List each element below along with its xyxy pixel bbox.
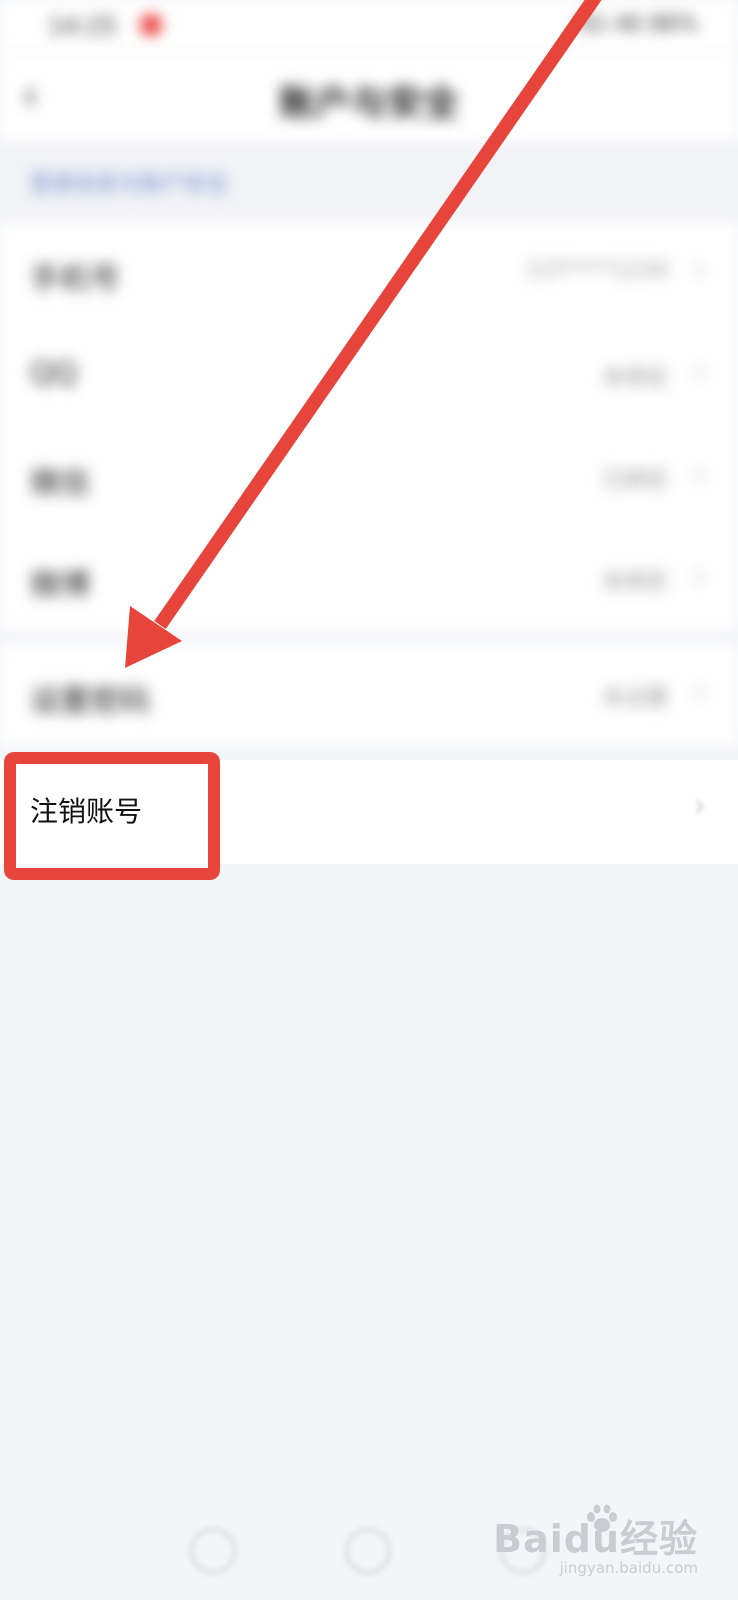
row-value: 未绑定 (601, 570, 668, 595)
page-title: 账户与安全 (278, 83, 459, 124)
list-item-phone[interactable]: 手机号 137****1234 › (0, 222, 738, 324)
list-item-wechat[interactable]: 微信 已绑定 › (0, 426, 738, 528)
discover-icon[interactable] (345, 1528, 391, 1574)
status-indicators: 5G 46 86% (576, 12, 698, 37)
list-item-qq[interactable]: QQ 未绑定 › (0, 324, 738, 426)
row-label: QQ (30, 356, 78, 391)
chevron-right-icon: › (693, 556, 706, 594)
nav-bar: ‹ 账户与安全 (0, 52, 738, 144)
row-label: 微博 (30, 568, 90, 603)
section-header: 登录信息与账户安全 (0, 144, 738, 222)
chevron-right-icon: › (693, 786, 706, 824)
password-group: 设置密码 未设置 › (0, 644, 738, 746)
cancel-account-label: 注销账号 (30, 795, 143, 828)
list-item-cancel-account[interactable]: 注销账号 › (0, 760, 738, 864)
notification-dot-icon (140, 14, 162, 36)
row-label: 微信 (30, 466, 90, 501)
watermark-brand: Baidu经验 (493, 1517, 698, 1561)
row-value: 已绑定 (601, 468, 668, 493)
list-item-weibo[interactable]: 微博 未绑定 › (0, 528, 738, 630)
row-value: 未设置 (601, 686, 668, 711)
row-value: 137****1234 (526, 258, 668, 283)
status-bar: 14:25 5G 46 86% (0, 0, 738, 52)
chevron-right-icon: › (693, 672, 706, 710)
binding-group: 手机号 137****1234 › QQ 未绑定 › 微信 已绑定 › 微博 未… (0, 222, 738, 630)
account-security-screen: 14:25 5G 46 86% ‹ 账户与安全 登录信息与账户安全 手机号 13… (0, 0, 738, 1600)
chevron-right-icon: › (693, 454, 706, 492)
row-value: 未绑定 (601, 366, 668, 391)
row-label: 手机号 (30, 262, 120, 297)
status-time: 14:25 (48, 12, 118, 40)
section-header-text: 登录信息与账户安全 (30, 172, 229, 197)
chevron-right-icon: › (693, 250, 706, 288)
list-item-set-password[interactable]: 设置密码 未设置 › (0, 644, 738, 746)
home-icon[interactable] (190, 1528, 236, 1574)
row-label: 设置密码 (30, 684, 150, 719)
baidu-watermark: Baidu经验 jingyan.baidu.com (493, 1508, 698, 1577)
chevron-right-icon: › (693, 352, 706, 390)
